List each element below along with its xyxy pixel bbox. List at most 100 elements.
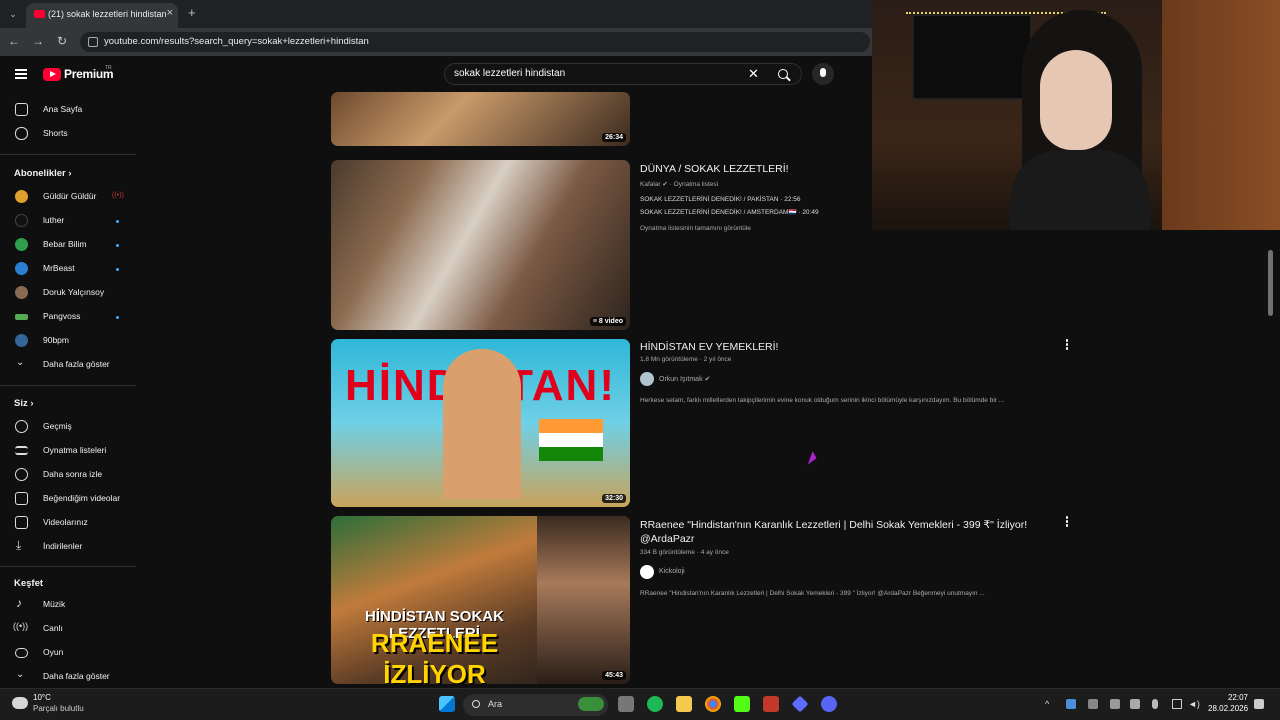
file-explorer-icon[interactable] [676,696,692,712]
tray-app-icon[interactable] [1066,699,1076,709]
taskbar-search-label: Ara [488,699,503,709]
sidebar-item-sub[interactable]: 90bpm [0,330,136,352]
video-thumbnail[interactable]: HİNDİSTAN! 32:30 [331,339,630,507]
playlist-item[interactable]: SOKAK LEZZETLERİNİ DENEDİK! / PAKİSTAN ·… [640,196,801,203]
video-description: Herkese selam, farklı milletlerden takip… [640,397,1005,404]
widget-icon[interactable] [578,697,604,711]
weather-cloud-icon[interactable] [12,697,28,709]
voice-search-icon[interactable] [812,63,834,85]
sidebar-item-label: 90bpm [43,335,69,345]
sidebar-item-label: Daha sonra izle [43,469,103,479]
webcam-overlay [872,0,1280,230]
more-actions-icon[interactable] [1064,516,1070,528]
sidebar-item-history[interactable]: Geçmiş [0,416,136,438]
show-more-button[interactable]: ⌄ Daha fazla göster [0,666,136,688]
sidebar-item-label: Pangvoss [43,311,81,321]
tray-app-icon[interactable] [1110,699,1120,709]
sidebar-item-sub[interactable]: Pangvoss [0,306,136,328]
sidebar-item-sub[interactable]: Bebar Bilim [0,234,136,256]
sidebar-item-label: Ana Sayfa [43,104,83,114]
sidebar-item-sub[interactable]: Doruk Yalçınsoy [0,282,136,304]
screen: ⌄ (21) sokak lezzetleri hindistan × + ← … [0,0,1280,720]
shorts-icon [15,127,28,140]
sidebar-item-gaming[interactable]: Oyun [0,642,136,664]
sidebar-item-shorts[interactable]: Shorts [0,123,136,145]
app-icon[interactable] [791,695,809,713]
sidebar-item-live[interactable]: ((•)) Canlı [0,618,136,640]
clear-search-icon[interactable]: ✕ [748,66,759,82]
video-thumbnail[interactable]: 26:34 [331,92,630,146]
video-thumbnail[interactable]: HİNDİSTAN SOKAK LEZZETLERİ RRAENEE İZLİY… [331,516,630,684]
sidebar-item-label: Shorts [43,128,68,138]
browser-tab[interactable]: (21) sokak lezzetleri hindistan × [26,3,178,28]
volume-icon[interactable]: ◄) [1188,699,1200,709]
tray-overflow-icon[interactable]: ^ [1045,699,1055,709]
subscriptions-heading[interactable]: Abonelikler › [14,168,72,179]
show-more-button[interactable]: ⌄ Daha fazla göster [0,354,136,376]
flag-stripe [539,447,603,461]
playlist-item[interactable]: SOKAK LEZZETLERİNİ DENEDİK! / AMSTERDAM🇳… [640,208,819,216]
video-title[interactable]: HİNDİSTAN EV YEMEKLERİ! [640,340,1040,354]
task-view-icon[interactable] [618,696,634,712]
more-actions-icon[interactable] [1064,339,1070,351]
sidebar-item-sub[interactable]: Güldür Güldür ((•)) [0,186,136,208]
search-icon[interactable] [778,69,788,79]
sidebar-item-playlists[interactable]: Oynatma listeleri [0,440,136,462]
clock-date[interactable]: 28.02.2026 [1208,704,1248,713]
reload-icon[interactable]: ↻ [54,34,70,48]
playlist-thumbnail[interactable]: ≡ 8 video [331,160,630,330]
tray-app-icon[interactable] [1088,699,1098,709]
duration-badge: 32:30 [602,494,626,503]
new-tab-icon[interactable]: + [188,5,196,20]
url-text: youtube.com/results?search_query=sokak+l… [104,36,369,47]
sidebar-item-watch-later[interactable]: Daha sonra izle [0,464,136,486]
weather-temp[interactable]: 10°C [33,693,51,702]
sidebar-item-label: Geçmiş [43,421,72,431]
sidebar-item-sub[interactable]: MrBeast [0,258,136,280]
notification-icon[interactable] [1254,699,1264,709]
back-icon[interactable]: ← [6,34,22,48]
new-content-dot [116,220,119,223]
address-bar[interactable]: youtube.com/results?search_query=sokak+l… [80,32,870,52]
tab-list-icon[interactable]: ⌄ [5,6,21,22]
kick-icon[interactable] [734,696,750,712]
search-input[interactable]: sokak lezzetleri hindistan [454,68,565,79]
channel-name[interactable]: Kafalar [640,181,661,188]
divider [0,566,136,567]
avatar [15,286,28,299]
avatar [15,334,28,347]
forward-icon[interactable]: → [30,34,46,48]
sidebar-item-sub[interactable]: luther [0,210,136,232]
microphone-icon[interactable] [1152,699,1158,709]
youtube-logo-icon[interactable] [43,68,61,81]
sidebar-item-label: Videolarınız [43,517,88,527]
sidebar-item-label: Oyun [43,647,64,657]
browser-toolbar: ← → ↻ youtube.com/results?search_query=s… [0,28,872,56]
discord-icon[interactable] [821,696,837,712]
network-icon[interactable] [1172,699,1182,709]
sidebar-item-your-videos[interactable]: Videolarınız [0,512,136,534]
tray-app-icon[interactable] [1130,699,1140,709]
spotify-icon[interactable] [647,696,663,712]
search-bar[interactable]: sokak lezzetleri hindistan ✕ [444,63,802,85]
sidebar-item-home[interactable]: Ana Sayfa [0,99,136,121]
divider [0,154,136,155]
page-scrollbar[interactable] [1268,250,1273,316]
view-full-playlist-link[interactable]: Oynatma listesinin tamamını görüntüle [640,225,751,232]
chrome-icon[interactable] [705,696,721,712]
sidebar-item-downloads[interactable]: ⤓ İndirilenler [0,536,136,558]
person-figure [443,349,521,499]
you-heading[interactable]: Siz › [14,398,34,409]
video-meta: 1,8 Mn görüntüleme · 2 yıl önce [640,356,732,363]
menu-icon[interactable] [15,69,27,79]
video-title[interactable]: RRaenee "Hindistan'nın Karanlık Lezzetle… [640,518,1040,546]
site-info-icon[interactable] [88,37,98,47]
playlist-count-badge: ≡ 8 video [589,317,626,326]
windows-start-icon[interactable] [439,696,455,712]
weather-description[interactable]: Parçalı bulutlu [33,704,84,713]
sidebar-item-music[interactable]: ♪ Müzik [0,594,136,616]
sidebar-item-liked[interactable]: Beğendiğim videolar [0,488,136,510]
close-tab-icon[interactable]: × [167,7,173,19]
clock-time[interactable]: 22:07 [1208,693,1248,702]
app-icon[interactable] [763,696,779,712]
